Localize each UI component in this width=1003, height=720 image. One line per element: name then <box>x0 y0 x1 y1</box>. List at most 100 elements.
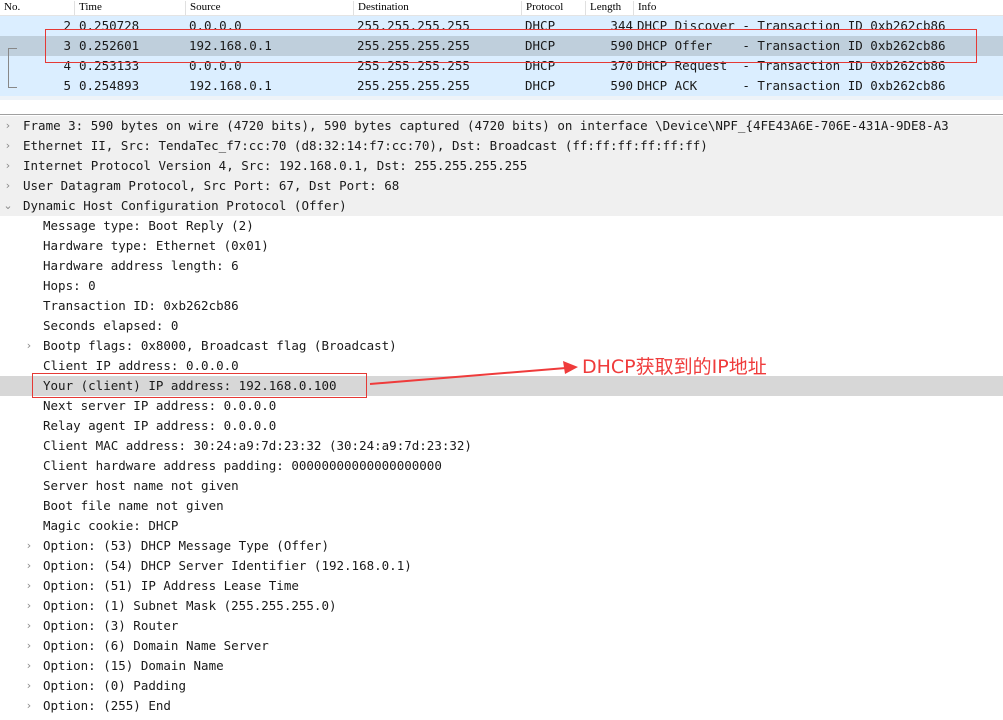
detail-field-label: Client MAC address: 30:24:a9:7d:23:32 (3… <box>43 438 472 453</box>
detail-field-label: Message type: Boot Reply (2) <box>43 218 254 233</box>
packet-info: DHCP ACK - Transaction ID 0xb262cb86 <box>637 78 946 93</box>
conversation-bracket <box>8 48 18 88</box>
detail-field[interactable]: › Bootp flags: 0x8000, Broadcast flag (Br… <box>0 336 1003 356</box>
chevron-right-icon[interactable]: › <box>24 576 34 596</box>
detail-field[interactable]: Client MAC address: 30:24:a9:7d:23:32 (3… <box>0 436 1003 456</box>
packet-protocol: DHCP <box>525 58 556 73</box>
chevron-right-icon[interactable]: › <box>3 176 13 196</box>
column-header-protocol[interactable]: Protocol <box>521 1 588 15</box>
detail-field[interactable]: Client hardware address padding: 0000000… <box>0 456 1003 476</box>
packet-row[interactable]: 4 0.253133 0.0.0.0 255.255.255.255 DHCP 370 DH… <box>0 56 1003 76</box>
detail-tree-item-label: Frame 3: 590 bytes on wire (4720 bits), … <box>23 118 949 133</box>
detail-tree-item[interactable]: › Frame 3: 590 bytes on wire (4720 bits),… <box>0 116 1003 136</box>
detail-field[interactable]: › Option: (255) End <box>0 696 1003 716</box>
detail-tree-item-label: Internet Protocol Version 4, Src: 192.16… <box>23 158 528 173</box>
packet-length: 590 <box>610 38 633 53</box>
detail-field-label: Option: (51) IP Address Lease Time <box>43 578 299 593</box>
column-header-time[interactable]: Time <box>74 1 189 15</box>
detail-field-label: Seconds elapsed: 0 <box>43 318 179 333</box>
column-header-destination[interactable]: Destination <box>353 1 525 15</box>
detail-field[interactable]: Hardware address length: 6 <box>0 256 1003 276</box>
detail-tree-item[interactable]: › Internet Protocol Version 4, Src: 192.1… <box>0 156 1003 176</box>
packet-info: DHCP Offer - Transaction ID 0xb262cb86 <box>637 38 946 53</box>
chevron-right-icon[interactable]: › <box>3 136 13 156</box>
detail-field-label: Transaction ID: 0xb262cb86 <box>43 298 239 313</box>
detail-field-label: Relay agent IP address: 0.0.0.0 <box>43 418 277 433</box>
column-header-length[interactable]: Length <box>585 1 636 15</box>
packet-length: 370 <box>610 58 633 73</box>
column-header-source[interactable]: Source <box>185 1 357 15</box>
detail-tree-item[interactable]: › User Datagram Protocol, Src Port: 67, D… <box>0 176 1003 196</box>
chevron-right-icon[interactable]: › <box>3 156 13 176</box>
detail-field[interactable]: Hops: 0 <box>0 276 1003 296</box>
packet-info: DHCP Request - Transaction ID 0xb262cb86 <box>637 58 946 73</box>
detail-field[interactable]: Message type: Boot Reply (2) <box>0 216 1003 236</box>
detail-field-label: Server host name not given <box>43 478 239 493</box>
detail-field[interactable]: › Option: (0) Padding <box>0 676 1003 696</box>
column-header-info[interactable]: Info <box>633 1 998 15</box>
detail-tree-item-label: Ethernet II, Src: TendaTec_f7:cc:70 (d8:… <box>23 138 708 153</box>
column-header-no[interactable]: No. <box>0 1 75 15</box>
packet-time: 0.252601 <box>79 38 140 53</box>
packet-row[interactable]: 2 0.250728 0.0.0.0 255.255.255.255 DHCP 344 DH… <box>0 16 1003 36</box>
detail-field[interactable]: Next server IP address: 0.0.0.0 <box>0 396 1003 416</box>
detail-field[interactable]: › Option: (3) Router <box>0 616 1003 636</box>
detail-field[interactable]: › Option: (51) IP Address Lease Time <box>0 576 1003 596</box>
detail-tree-item-label: User Datagram Protocol, Src Port: 67, Ds… <box>23 178 400 193</box>
packet-no: 2 <box>63 18 71 33</box>
packet-destination: 255.255.255.255 <box>357 78 470 93</box>
detail-field[interactable]: Boot file name not given <box>0 496 1003 516</box>
detail-field-your-ip[interactable]: Your (client) IP address: 192.168.0.100 <box>0 376 1003 396</box>
detail-field[interactable]: Seconds elapsed: 0 <box>0 316 1003 336</box>
detail-field[interactable]: › Option: (54) DHCP Server Identifier (19… <box>0 556 1003 576</box>
detail-field[interactable]: Hardware type: Ethernet (0x01) <box>0 236 1003 256</box>
chevron-right-icon[interactable]: › <box>24 556 34 576</box>
packet-length: 344 <box>610 18 633 33</box>
packet-row[interactable]: 5 0.254893 192.168.0.1 255.255.255.255 DHCP 5… <box>0 76 1003 96</box>
chevron-right-icon[interactable]: › <box>24 596 34 616</box>
detail-field-label: Your (client) IP address: 192.168.0.100 <box>43 378 337 393</box>
detail-field[interactable]: › Option: (15) Domain Name <box>0 656 1003 676</box>
chevron-down-icon[interactable]: ⌄ <box>3 196 13 216</box>
detail-field-label: Option: (3) Router <box>43 618 179 633</box>
packet-protocol: DHCP <box>525 18 556 33</box>
chevron-right-icon[interactable]: › <box>24 616 34 636</box>
detail-field-label: Client hardware address padding: 0000000… <box>43 458 442 473</box>
detail-field[interactable]: Server host name not given <box>0 476 1003 496</box>
packet-time: 0.254893 <box>79 78 140 93</box>
detail-field-label: Option: (255) End <box>43 698 171 713</box>
detail-tree-item[interactable]: › Ethernet II, Src: TendaTec_f7:cc:70 (d8… <box>0 136 1003 156</box>
packet-source: 0.0.0.0 <box>189 18 242 33</box>
pane-splitter[interactable] <box>0 100 1003 115</box>
packet-info: DHCP Discover - Transaction ID 0xb262cb8… <box>637 18 946 33</box>
packet-source: 192.168.0.1 <box>189 78 272 93</box>
packet-row[interactable]: 3 0.252601 192.168.0.1 255.255.255.255 DHCP 5… <box>0 36 1003 56</box>
chevron-right-icon[interactable]: › <box>24 676 34 696</box>
detail-field[interactable]: Relay agent IP address: 0.0.0.0 <box>0 416 1003 436</box>
packet-destination: 255.255.255.255 <box>357 18 470 33</box>
detail-field-label: Option: (1) Subnet Mask (255.255.255.0) <box>43 598 337 613</box>
packet-protocol: DHCP <box>525 78 556 93</box>
detail-field[interactable]: Client IP address: 0.0.0.0 <box>0 356 1003 376</box>
detail-field-label: Option: (0) Padding <box>43 678 186 693</box>
packet-protocol: DHCP <box>525 38 556 53</box>
detail-field[interactable]: Transaction ID: 0xb262cb86 <box>0 296 1003 316</box>
chevron-right-icon[interactable]: › <box>3 116 13 136</box>
detail-tree-item[interactable]: ⌄ Dynamic Host Configuration Protocol (Of… <box>0 196 1003 216</box>
detail-field[interactable]: › Option: (53) DHCP Message Type (Offer) <box>0 536 1003 556</box>
chevron-right-icon[interactable]: › <box>24 636 34 656</box>
detail-field-label: Hops: 0 <box>43 278 96 293</box>
detail-field[interactable]: › Option: (6) Domain Name Server <box>0 636 1003 656</box>
detail-field-label: Option: (15) Domain Name <box>43 658 224 673</box>
packet-destination: 255.255.255.255 <box>357 58 470 73</box>
packet-time: 0.250728 <box>79 18 140 33</box>
chevron-right-icon[interactable]: › <box>24 656 34 676</box>
packet-length: 590 <box>610 78 633 93</box>
detail-field[interactable]: › Option: (1) Subnet Mask (255.255.255.0) <box>0 596 1003 616</box>
chevron-right-icon[interactable]: › <box>24 696 34 716</box>
packet-details-pane: › Frame 3: 590 bytes on wire (4720 bits),… <box>0 116 1003 720</box>
chevron-right-icon[interactable]: › <box>24 336 34 356</box>
packet-list-pane: No. Time Source Destination Protocol Len… <box>0 0 1003 100</box>
chevron-right-icon[interactable]: › <box>24 536 34 556</box>
detail-field[interactable]: Magic cookie: DHCP <box>0 516 1003 536</box>
